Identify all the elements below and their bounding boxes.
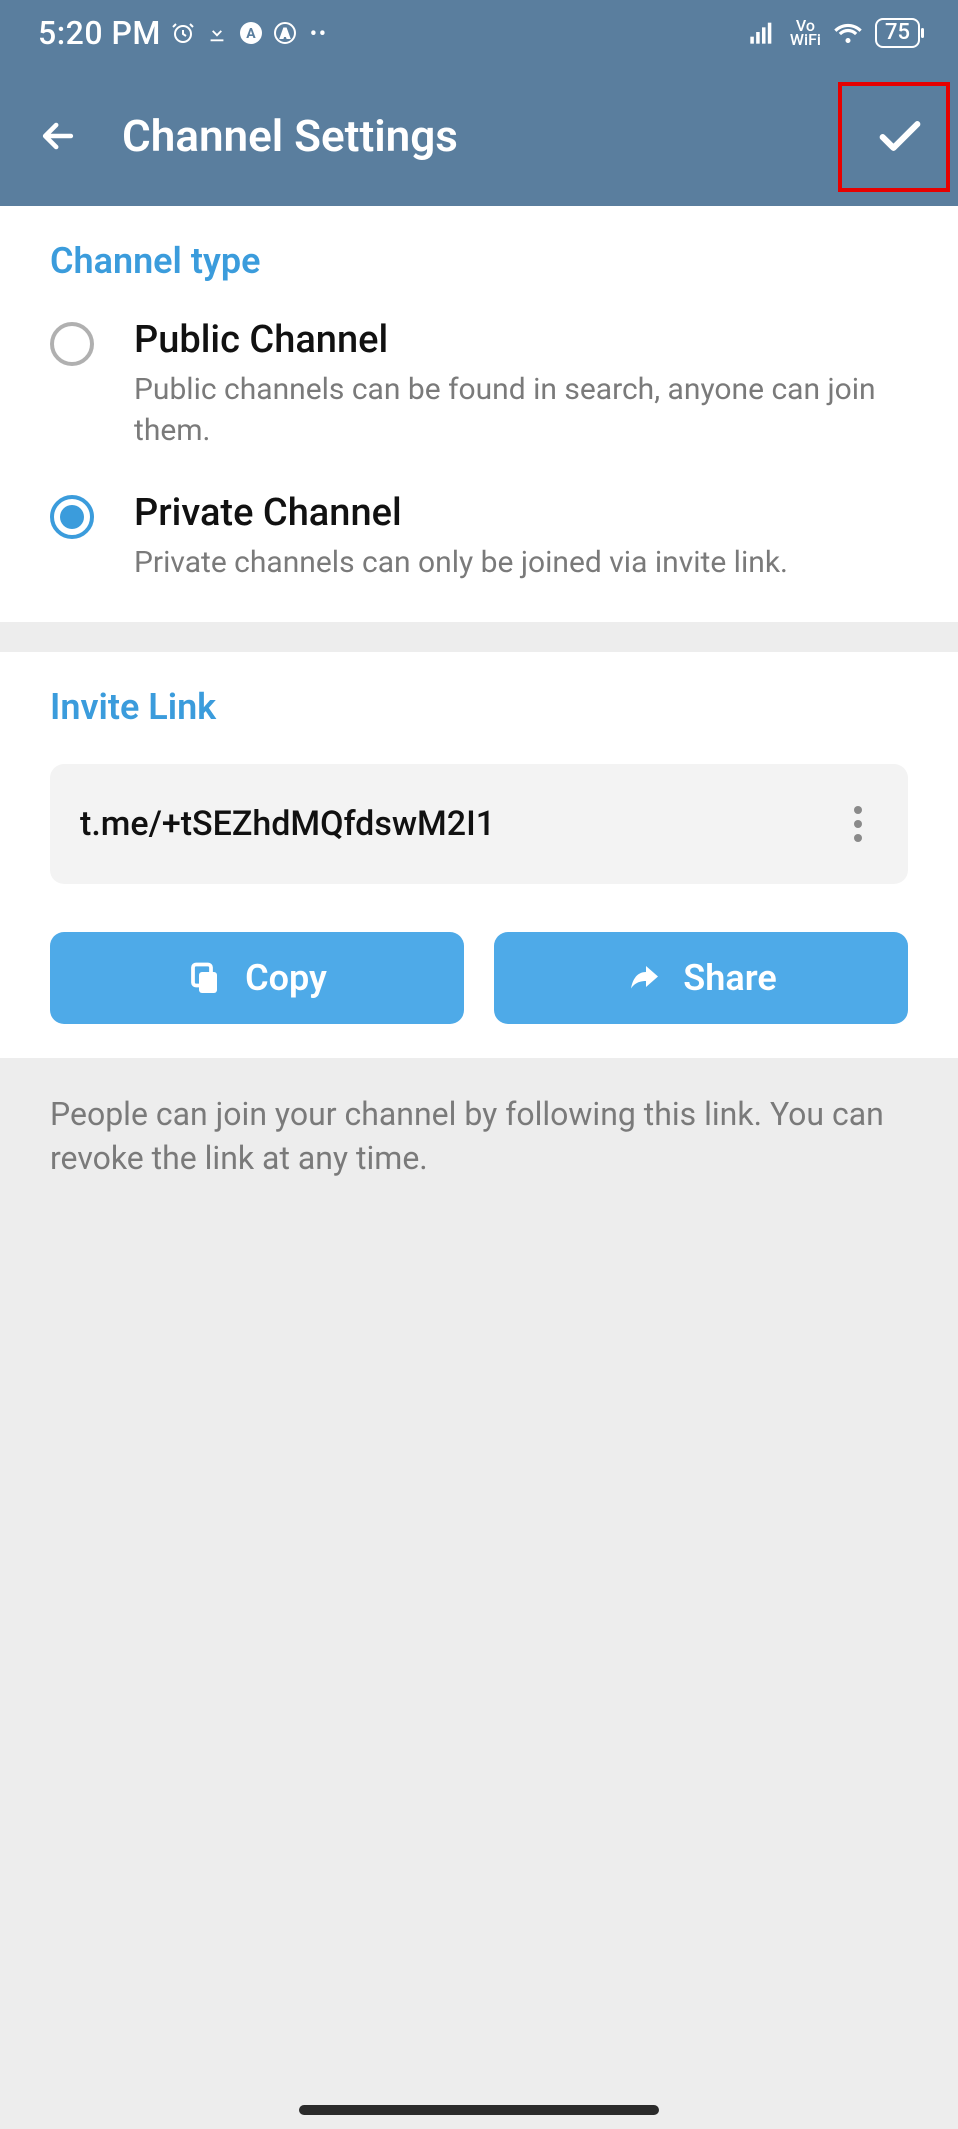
checkmark-icon — [874, 110, 926, 162]
status-right: Vo WiFi 75 — [748, 18, 920, 48]
radio-text: Private Channel Private channels can onl… — [134, 491, 788, 584]
arrow-left-icon — [36, 114, 80, 158]
copy-button[interactable]: Copy — [50, 932, 464, 1024]
dot-icon — [854, 806, 862, 814]
copy-icon — [187, 960, 223, 996]
wifi-icon — [833, 18, 863, 48]
invite-link-box[interactable]: t.me/+tSEZhdMQfdswM2I1 — [50, 764, 908, 884]
radio-label: Private Channel — [134, 491, 788, 535]
vowifi-bottom: WiFi — [790, 33, 821, 47]
invite-footer-note: People can join your channel by followin… — [0, 1058, 958, 1216]
confirm-button[interactable] — [860, 96, 940, 176]
status-left: 5:20 PM A A •• — [38, 14, 331, 52]
radio-label: Public Channel — [134, 318, 908, 362]
channel-type-header: Channel type — [50, 240, 908, 282]
radio-public-channel[interactable]: Public Channel Public channels can be fo… — [50, 318, 908, 451]
more-notifications-icon: •• — [307, 21, 331, 45]
channel-type-section: Channel type Public Channel Public chann… — [0, 206, 958, 622]
page-title: Channel Settings — [122, 110, 458, 162]
svg-text:A: A — [246, 26, 256, 42]
radio-private-channel[interactable]: Private Channel Private channels can onl… — [50, 491, 908, 584]
radio-icon-selected — [50, 495, 94, 539]
circle-a-icon: A — [239, 21, 263, 45]
invite-link-text: t.me/+tSEZhdMQfdswM2I1 — [80, 804, 495, 844]
back-button[interactable] — [18, 96, 98, 176]
battery-indicator: 75 — [875, 18, 920, 48]
invite-link-section: Invite Link t.me/+tSEZhdMQfdswM2I1 Copy … — [0, 652, 958, 1058]
dot-icon — [854, 820, 862, 828]
status-bar: 5:20 PM A A •• Vo WiFi 75 — [0, 0, 958, 66]
section-divider — [0, 622, 958, 652]
radio-icon — [50, 322, 94, 366]
download-icon — [205, 21, 229, 45]
app-bar: Channel Settings — [0, 66, 958, 206]
status-time: 5:20 PM — [38, 14, 161, 52]
invite-link-more-button[interactable] — [838, 804, 878, 844]
svg-text:A: A — [280, 27, 289, 42]
radio-desc: Public channels can be found in search, … — [134, 370, 908, 451]
share-button[interactable]: Share — [494, 932, 908, 1024]
share-label: Share — [683, 957, 776, 999]
radio-desc: Private channels can only be joined via … — [134, 543, 788, 584]
home-indicator — [299, 2105, 659, 2115]
invite-link-header: Invite Link — [50, 686, 908, 728]
radio-text: Public Channel Public channels can be fo… — [134, 318, 908, 451]
invite-button-row: Copy Share — [50, 932, 908, 1024]
share-icon — [625, 960, 661, 996]
copy-label: Copy — [245, 957, 327, 999]
vowifi-label: Vo WiFi — [790, 19, 821, 47]
radio-inner-dot — [60, 505, 84, 529]
circle-a-outline-icon: A — [273, 21, 297, 45]
signal-icon — [748, 18, 778, 48]
alarm-icon — [171, 21, 195, 45]
dot-icon — [854, 834, 862, 842]
